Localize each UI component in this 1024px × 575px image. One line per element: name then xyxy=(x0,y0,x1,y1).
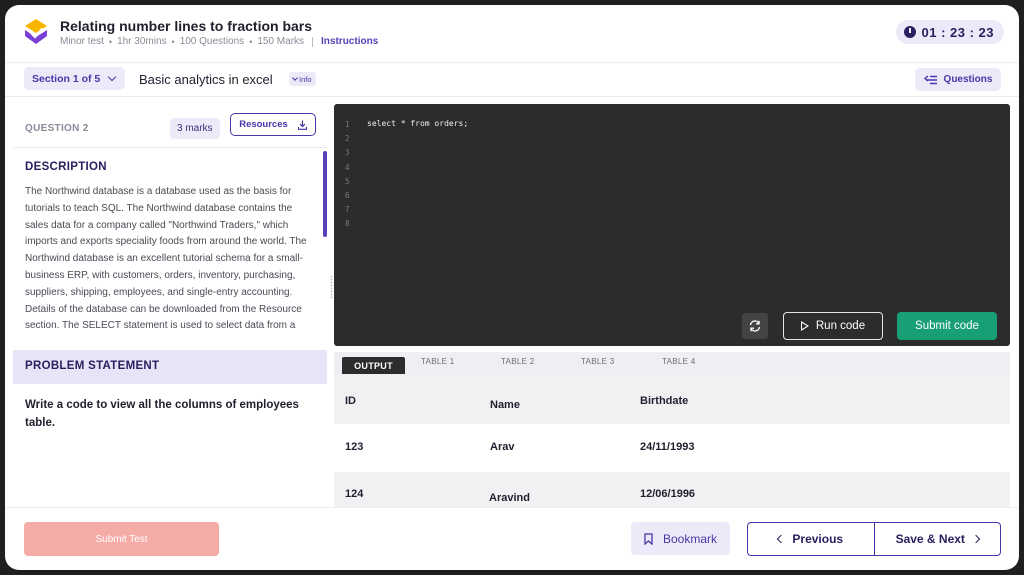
meta-separator: • xyxy=(249,36,253,47)
chevron-down-icon xyxy=(292,75,298,81)
meta-divider xyxy=(312,36,314,47)
problem-statement-text: Write a code to view all the columns of … xyxy=(25,399,299,429)
section-bar: Section 1 of 5 Basic analytics in excel … xyxy=(5,63,1019,97)
meta-duration: 1hr 30mins xyxy=(117,36,167,47)
submit-code-button[interactable]: Submit code xyxy=(897,312,997,340)
clock-icon xyxy=(903,26,916,38)
tab-table-4[interactable]: TABLE 4 xyxy=(662,357,696,366)
timer: 01 : 23 : 23 xyxy=(895,20,1004,44)
code-editor[interactable]: 1 2 3 4 5 6 7 8 select * from orders; Ru… xyxy=(334,104,1010,346)
problem-statement-title: PROBLEM STATEMENT xyxy=(25,360,160,372)
line-number: 1 xyxy=(345,120,350,129)
output-panel: OUTPUT TABLE 1 TABLE 2 TABLE 3 TABLE 4 I… xyxy=(334,352,1010,507)
app-logo-icon xyxy=(25,19,47,44)
section-dropdown-label: Section 1 of 5 xyxy=(32,72,101,85)
questions-button[interactable]: Questions xyxy=(915,68,1001,91)
column-header: ID xyxy=(345,395,356,407)
instructions-link[interactable]: Instructions xyxy=(321,36,378,47)
question-header: QUESTION 2 3 marks Resources xyxy=(13,104,327,148)
description-scrollbar[interactable] xyxy=(323,151,327,237)
description-section[interactable]: DESCRIPTION The Northwind database is a … xyxy=(13,149,327,350)
bookmark-icon xyxy=(644,532,653,545)
tab-output[interactable]: OUTPUT xyxy=(342,357,405,374)
meta-marks: 150 Marks xyxy=(257,36,305,47)
bookmark-label: Bookmark xyxy=(662,531,718,546)
previous-button[interactable]: Previous xyxy=(748,523,875,555)
timer-value: 01 : 23 : 23 xyxy=(921,24,994,40)
table-cell: 124 xyxy=(345,488,364,500)
table-header-row: ID Name Birthdate xyxy=(334,374,1010,424)
bookmark-button[interactable]: Bookmark xyxy=(631,522,730,555)
test-meta: Minor test • 1hr 30mins • 100 Questions … xyxy=(60,36,378,47)
question-list-icon xyxy=(923,74,937,84)
info-label: Info xyxy=(299,74,312,84)
meta-separator: • xyxy=(171,36,175,47)
meta-separator: • xyxy=(108,36,113,47)
tab-table-2[interactable]: TABLE 2 xyxy=(501,357,535,366)
section-title: Basic analytics in excel xyxy=(139,72,273,87)
line-number: 5 xyxy=(345,176,350,186)
output-tabs: OUTPUT TABLE 1 TABLE 2 TABLE 3 TABLE 4 xyxy=(334,352,1010,374)
previous-label: Previous xyxy=(792,532,844,546)
description-title: DESCRIPTION xyxy=(25,161,107,173)
question-navigation: Previous Save & Next xyxy=(747,522,1001,556)
code-text[interactable]: select * from orders; xyxy=(367,119,468,128)
marks-badge: 3 marks xyxy=(170,118,220,139)
line-number: 7 xyxy=(345,205,350,215)
footer-bar: Submit Test Bookmark Previous Save & Nex… xyxy=(5,507,1019,570)
table-cell: 12/06/1996 xyxy=(640,488,696,500)
submit-code-label: Submit code xyxy=(915,320,979,332)
description-text: The Northwind database is a database use… xyxy=(25,186,307,332)
app-header: Relating number lines to fraction bars M… xyxy=(5,5,1019,63)
chevron-down-icon xyxy=(108,72,117,82)
resize-handle[interactable] xyxy=(330,275,333,299)
tab-table-3[interactable]: TABLE 3 xyxy=(581,357,615,366)
save-next-label: Save & Next xyxy=(895,532,965,546)
table-cell: Aravind xyxy=(489,492,530,504)
questions-label: Questions xyxy=(943,74,993,85)
column-header: Birthdate xyxy=(640,395,689,407)
test-window: Relating number lines to fraction bars M… xyxy=(5,5,1019,570)
info-toggle[interactable]: Info xyxy=(289,72,316,86)
chevron-left-icon xyxy=(777,534,786,544)
line-number: 8 xyxy=(345,219,350,229)
resources-label: Resources xyxy=(239,119,288,130)
table-cell: 123 xyxy=(345,441,364,453)
line-number: 2 xyxy=(345,134,350,144)
table-cell: Arav xyxy=(490,441,515,453)
column-header: Name xyxy=(490,399,520,411)
save-next-button[interactable]: Save & Next xyxy=(875,523,1001,555)
meta-test-type: Minor test xyxy=(60,36,104,47)
section-dropdown[interactable]: Section 1 of 5 xyxy=(24,67,125,90)
question-number: QUESTION 2 xyxy=(25,123,89,134)
meta-questions: 100 Questions xyxy=(179,36,245,47)
table-row: 123 Arav 24/11/1993 xyxy=(334,424,1010,472)
resources-button[interactable]: Resources xyxy=(230,113,316,136)
refresh-icon xyxy=(749,320,761,332)
play-icon xyxy=(800,321,809,331)
chevron-right-icon xyxy=(971,534,981,544)
question-panel: QUESTION 2 3 marks Resources DESCRIPTION… xyxy=(13,104,327,499)
run-code-button[interactable]: Run code xyxy=(783,312,883,340)
table-row: 124 Aravind 12/06/1996 xyxy=(334,472,1010,507)
problem-statement-header: PROBLEM STATEMENT xyxy=(13,350,327,384)
reset-code-button[interactable] xyxy=(742,313,768,339)
table-cell: 24/11/1993 xyxy=(640,441,695,453)
tab-table-1[interactable]: TABLE 1 xyxy=(421,357,455,366)
submit-test-label: Submit Test xyxy=(95,533,148,545)
run-code-label: Run code xyxy=(815,320,866,332)
line-number: 4 xyxy=(345,162,350,172)
line-numbers: 1 2 3 4 5 6 7 8 xyxy=(345,118,350,232)
download-icon xyxy=(297,120,307,130)
test-title: Relating number lines to fraction bars xyxy=(60,18,313,34)
line-number: 3 xyxy=(345,148,350,158)
line-number: 6 xyxy=(345,191,350,201)
submit-test-button[interactable]: Submit Test xyxy=(24,522,219,556)
